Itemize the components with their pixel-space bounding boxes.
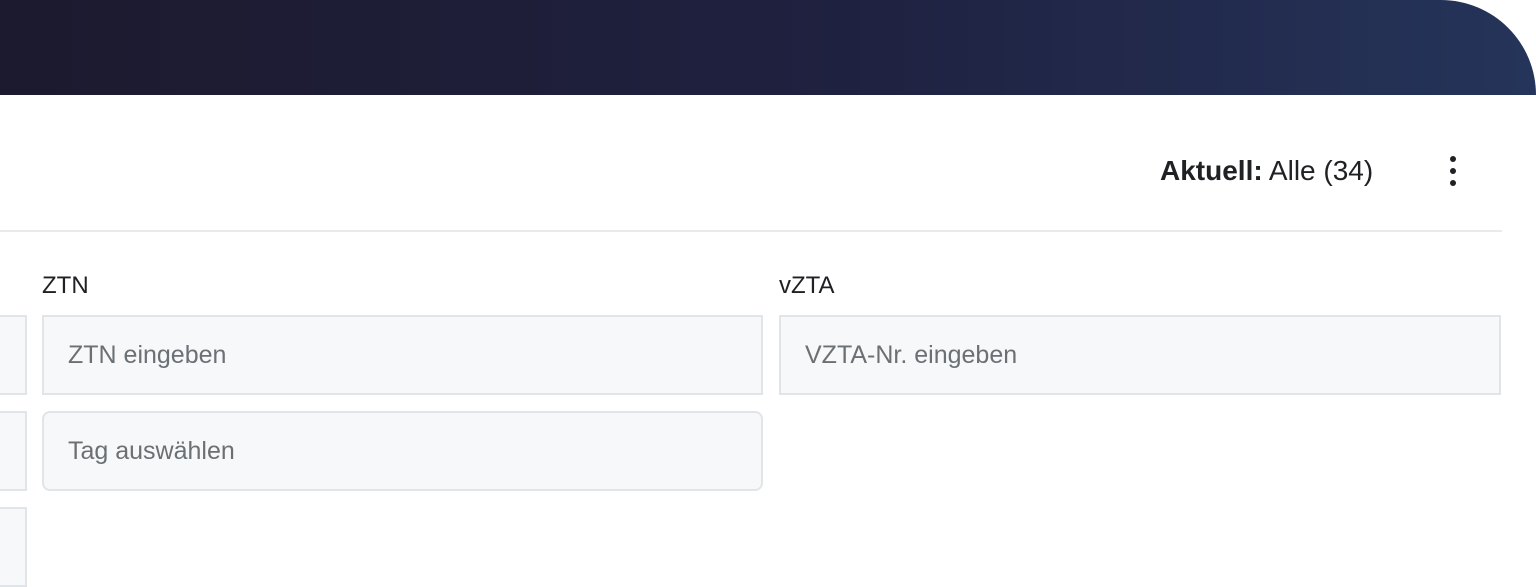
- header-banner: [0, 0, 1536, 95]
- current-filter-status: Aktuell: Alle (34): [1160, 155, 1373, 187]
- tag-select[interactable]: Tag auswählen: [42, 411, 763, 491]
- ztn-label: ZTN: [42, 272, 89, 299]
- status-value: Alle (34): [1262, 155, 1374, 186]
- left-input-partial-3[interactable]: [0, 507, 27, 587]
- status-label: Aktuell:: [1160, 155, 1263, 186]
- vzta-input[interactable]: VZTA-Nr. eingeben: [779, 315, 1501, 395]
- ztn-input[interactable]: ZTN eingeben: [42, 315, 763, 395]
- vzta-label: vZTA: [779, 272, 835, 299]
- more-options-icon[interactable]: [1436, 150, 1470, 192]
- left-input-partial-1[interactable]: [0, 315, 27, 395]
- left-input-partial-2[interactable]: [0, 411, 27, 491]
- divider: [0, 230, 1502, 232]
